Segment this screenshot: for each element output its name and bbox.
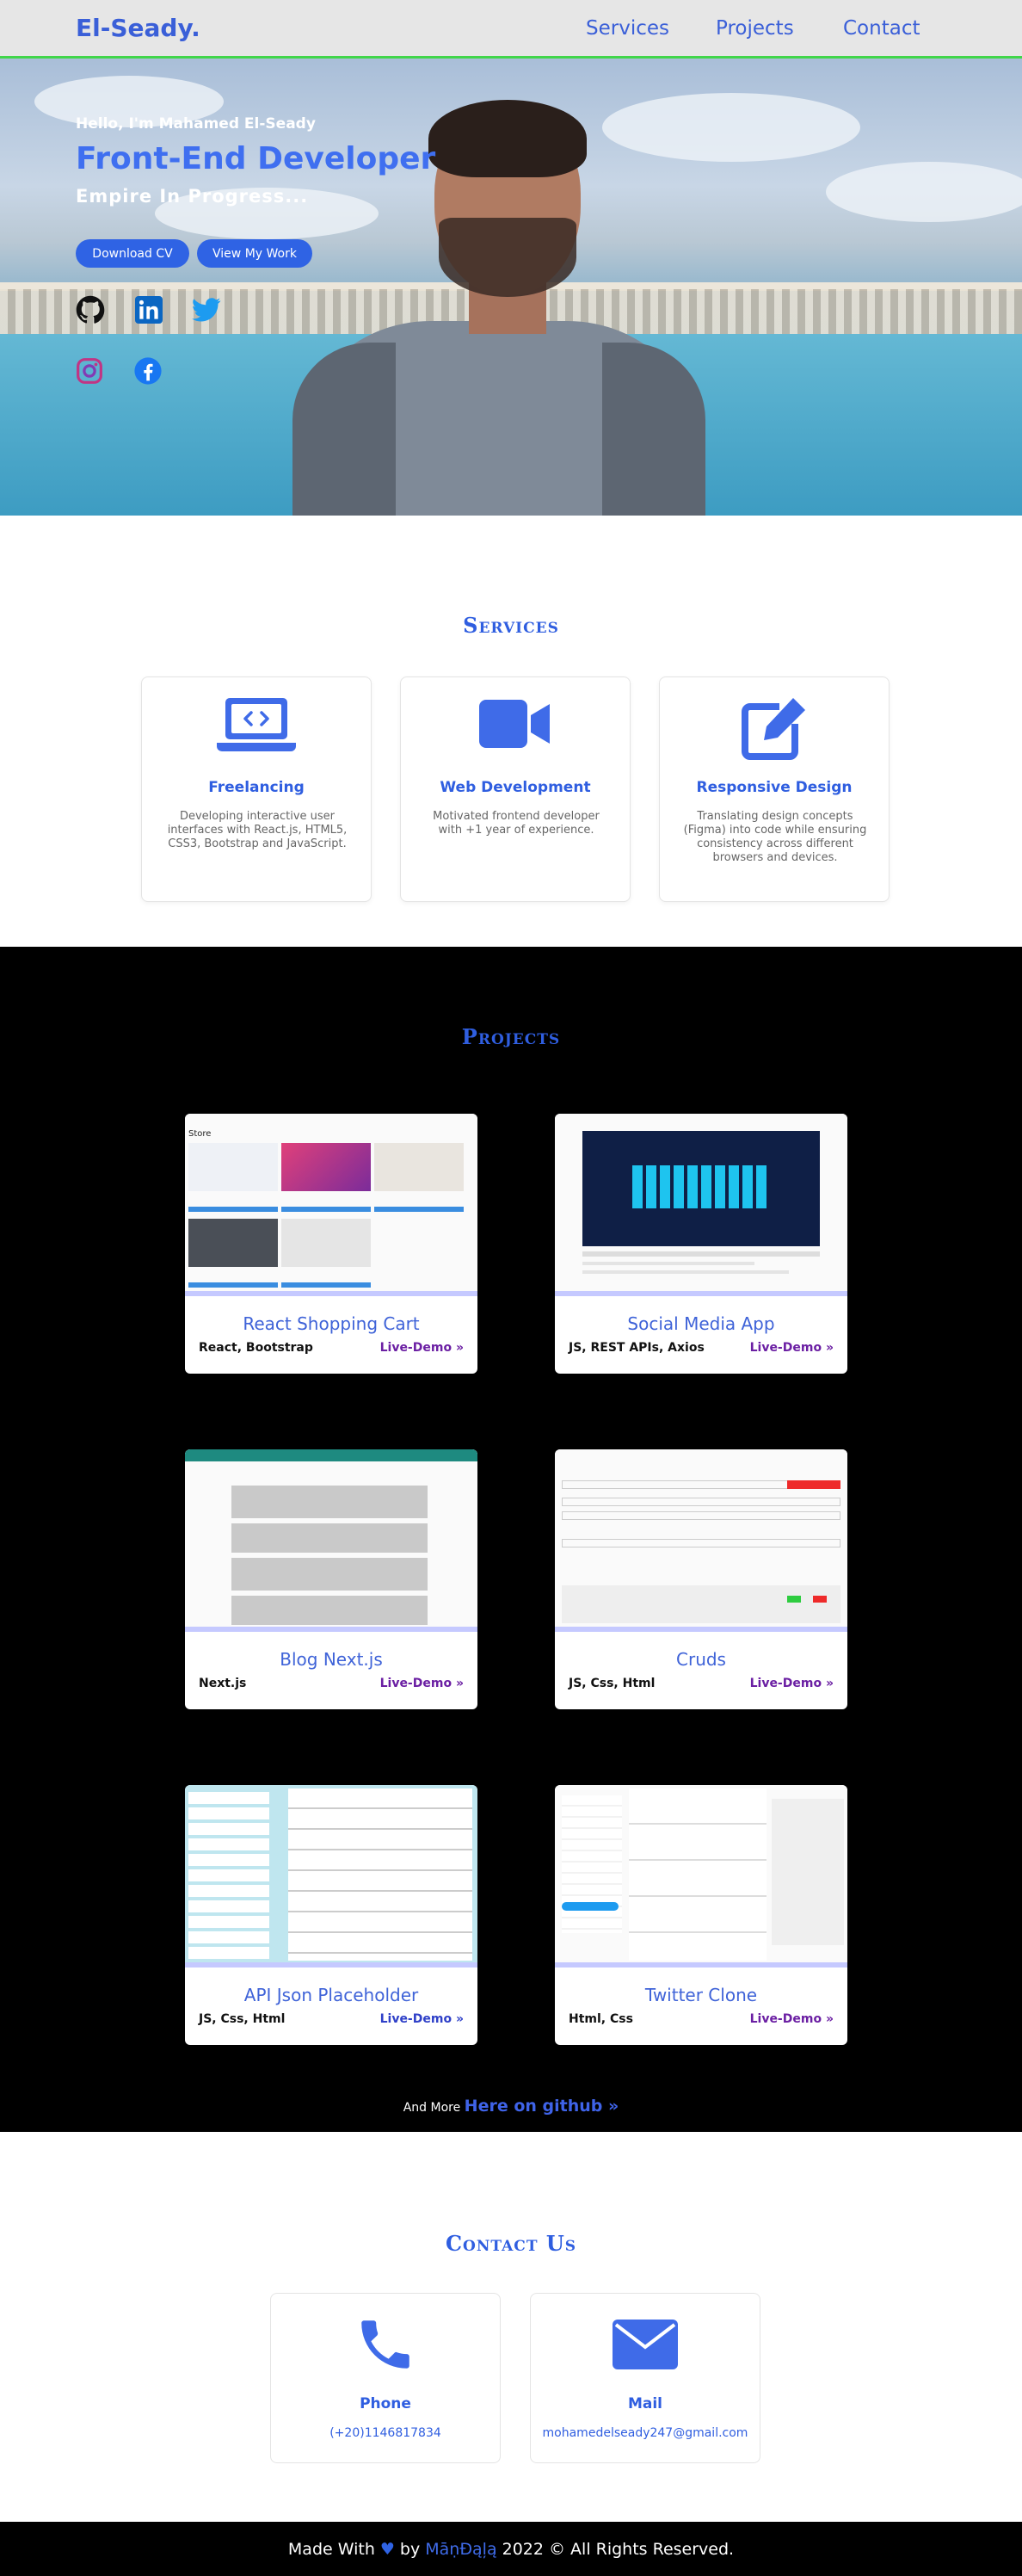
project-name: Twitter Clone [644, 1985, 758, 2005]
double-chevron-right-icon: » [825, 1341, 834, 1355]
contact-title: Phone [360, 2395, 411, 2412]
project-tech: JS, Css, Html [199, 2012, 286, 2026]
project-screenshot [185, 1449, 477, 1632]
footer-by: by [399, 2539, 421, 2559]
live-demo-link[interactable]: Live-Demo » [380, 2012, 464, 2026]
footer-author[interactable]: MāṇĐąļą [425, 2540, 496, 2559]
heart-icon: ♥ [379, 2539, 395, 2559]
email-address[interactable]: mohamedelseady247@gmail.com [531, 2426, 760, 2440]
facebook-icon[interactable] [132, 355, 163, 386]
service-title: Responsive Design [696, 779, 853, 796]
service-card-web-development: Web Development Motivated frontend devel… [400, 676, 631, 902]
service-description: Motivated frontend developer with +1 yea… [433, 810, 600, 837]
mail-icon [531, 2320, 760, 2381]
project-screenshot [555, 1114, 847, 1296]
project-name: API Json Placeholder [243, 1985, 419, 2005]
footer-made-with: Made With [287, 2539, 375, 2559]
live-demo-link[interactable]: Live-Demo » [750, 1341, 834, 1355]
phone-number[interactable]: (+20)1146817834 [271, 2426, 500, 2440]
navbar: El-Seady. Services Projects Contact [0, 0, 1022, 59]
hero-section: Hello, I'm Mahamed El-Seady Front-End De… [0, 59, 1022, 516]
contact-heading: Contact Us [445, 2231, 577, 2256]
double-chevron-right-icon: » [455, 1677, 464, 1690]
project-tech: Next.js [199, 1677, 247, 1690]
project-name: Cruds [676, 1649, 726, 1670]
double-chevron-right-icon: » [455, 1341, 464, 1355]
service-card-responsive-design: Responsive Design Translating design con… [659, 676, 890, 902]
github-link[interactable]: Here on github » [465, 2097, 619, 2116]
hero-subtitle: Empire In Progress... [76, 186, 309, 207]
linkedin-icon[interactable] [133, 294, 164, 325]
nav-link-projects[interactable]: Projects [716, 17, 794, 40]
live-demo-link[interactable]: Live-Demo » [750, 2012, 834, 2026]
live-demo-link[interactable]: Live-Demo » [380, 1677, 464, 1690]
edit-icon [660, 696, 889, 760]
more-prefix: And More [403, 2101, 461, 2115]
laptop-code-icon [142, 696, 371, 758]
site-logo[interactable]: El-Seady. [76, 14, 200, 42]
double-chevron-right-icon: » [608, 2097, 619, 2116]
contact-card-phone: Phone (+20)1146817834 [270, 2293, 501, 2463]
video-camera-icon [401, 696, 630, 758]
project-card-twitter-clone: Twitter Clone Html, Css Live-Demo » [555, 1785, 847, 2045]
contact-title: Mail [627, 2395, 663, 2412]
service-description: Translating design concepts (Figma) into… [683, 810, 867, 864]
more-projects: And More Here on github » [0, 2097, 1022, 2116]
hero-greeting: Hello, I'm Mahamed El-Seady [76, 115, 316, 133]
project-card-api-json-placeholder: API Json Placeholder JS, Css, Html Live-… [185, 1785, 477, 2045]
live-demo-link[interactable]: Live-Demo » [750, 1677, 834, 1690]
instagram-icon[interactable] [74, 355, 105, 386]
double-chevron-right-icon: » [825, 1677, 834, 1690]
project-screenshot: Store [185, 1114, 477, 1296]
project-name: Social Media App [627, 1313, 775, 1334]
service-description: Developing interactive user interfaces w… [167, 810, 348, 850]
project-name: React Shopping Cart [243, 1313, 420, 1334]
project-card-react-shopping-cart: Store React Shopping Cart React, Bootstr… [185, 1114, 477, 1374]
project-tech: React, Bootstrap [199, 1341, 313, 1355]
footer-rights: 2022 © All Rights Reserved. [502, 2539, 735, 2559]
project-screenshot [555, 1449, 847, 1632]
services-heading: Services [463, 613, 559, 638]
github-icon[interactable] [75, 294, 106, 325]
project-screenshot [185, 1785, 477, 1968]
project-card-blog-nextjs: Blog Next.js Next.js Live-Demo » [185, 1449, 477, 1709]
project-tech: JS, Css, Html [569, 1677, 656, 1690]
double-chevron-right-icon: » [455, 2012, 464, 2026]
double-chevron-right-icon: » [825, 2012, 834, 2026]
project-screenshot [555, 1785, 847, 1968]
live-demo-link[interactable]: Live-Demo » [380, 1341, 464, 1355]
view-my-work-button[interactable]: View My Work [197, 239, 312, 268]
twitter-icon[interactable] [191, 294, 222, 325]
footer: Made With ♥ by MāṇĐąļą 2022 © All Rights… [0, 2522, 1022, 2576]
project-card-cruds: Cruds JS, Css, Html Live-Demo » [555, 1449, 847, 1709]
service-title: Freelancing [208, 779, 305, 796]
projects-section [0, 947, 1022, 2132]
contact-card-mail: Mail mohamedelseady247@gmail.com [530, 2293, 760, 2463]
service-card-freelancing: Freelancing Developing interactive user … [141, 676, 372, 902]
hero-title: Front-End Developer [76, 141, 436, 176]
nav-link-contact[interactable]: Contact [843, 17, 920, 40]
project-name: Blog Next.js [280, 1649, 383, 1670]
download-cv-button[interactable]: Download CV [76, 239, 189, 268]
projects-heading: Projects [461, 1024, 561, 1049]
phone-icon [271, 2313, 500, 2375]
nav-link-services[interactable]: Services [586, 17, 669, 40]
project-card-social-media-app: Social Media App JS, REST APIs, Axios Li… [555, 1114, 847, 1374]
project-tech: JS, REST APIs, Axios [569, 1341, 705, 1355]
project-tech: Html, Css [569, 2012, 633, 2026]
service-title: Web Development [440, 779, 591, 796]
